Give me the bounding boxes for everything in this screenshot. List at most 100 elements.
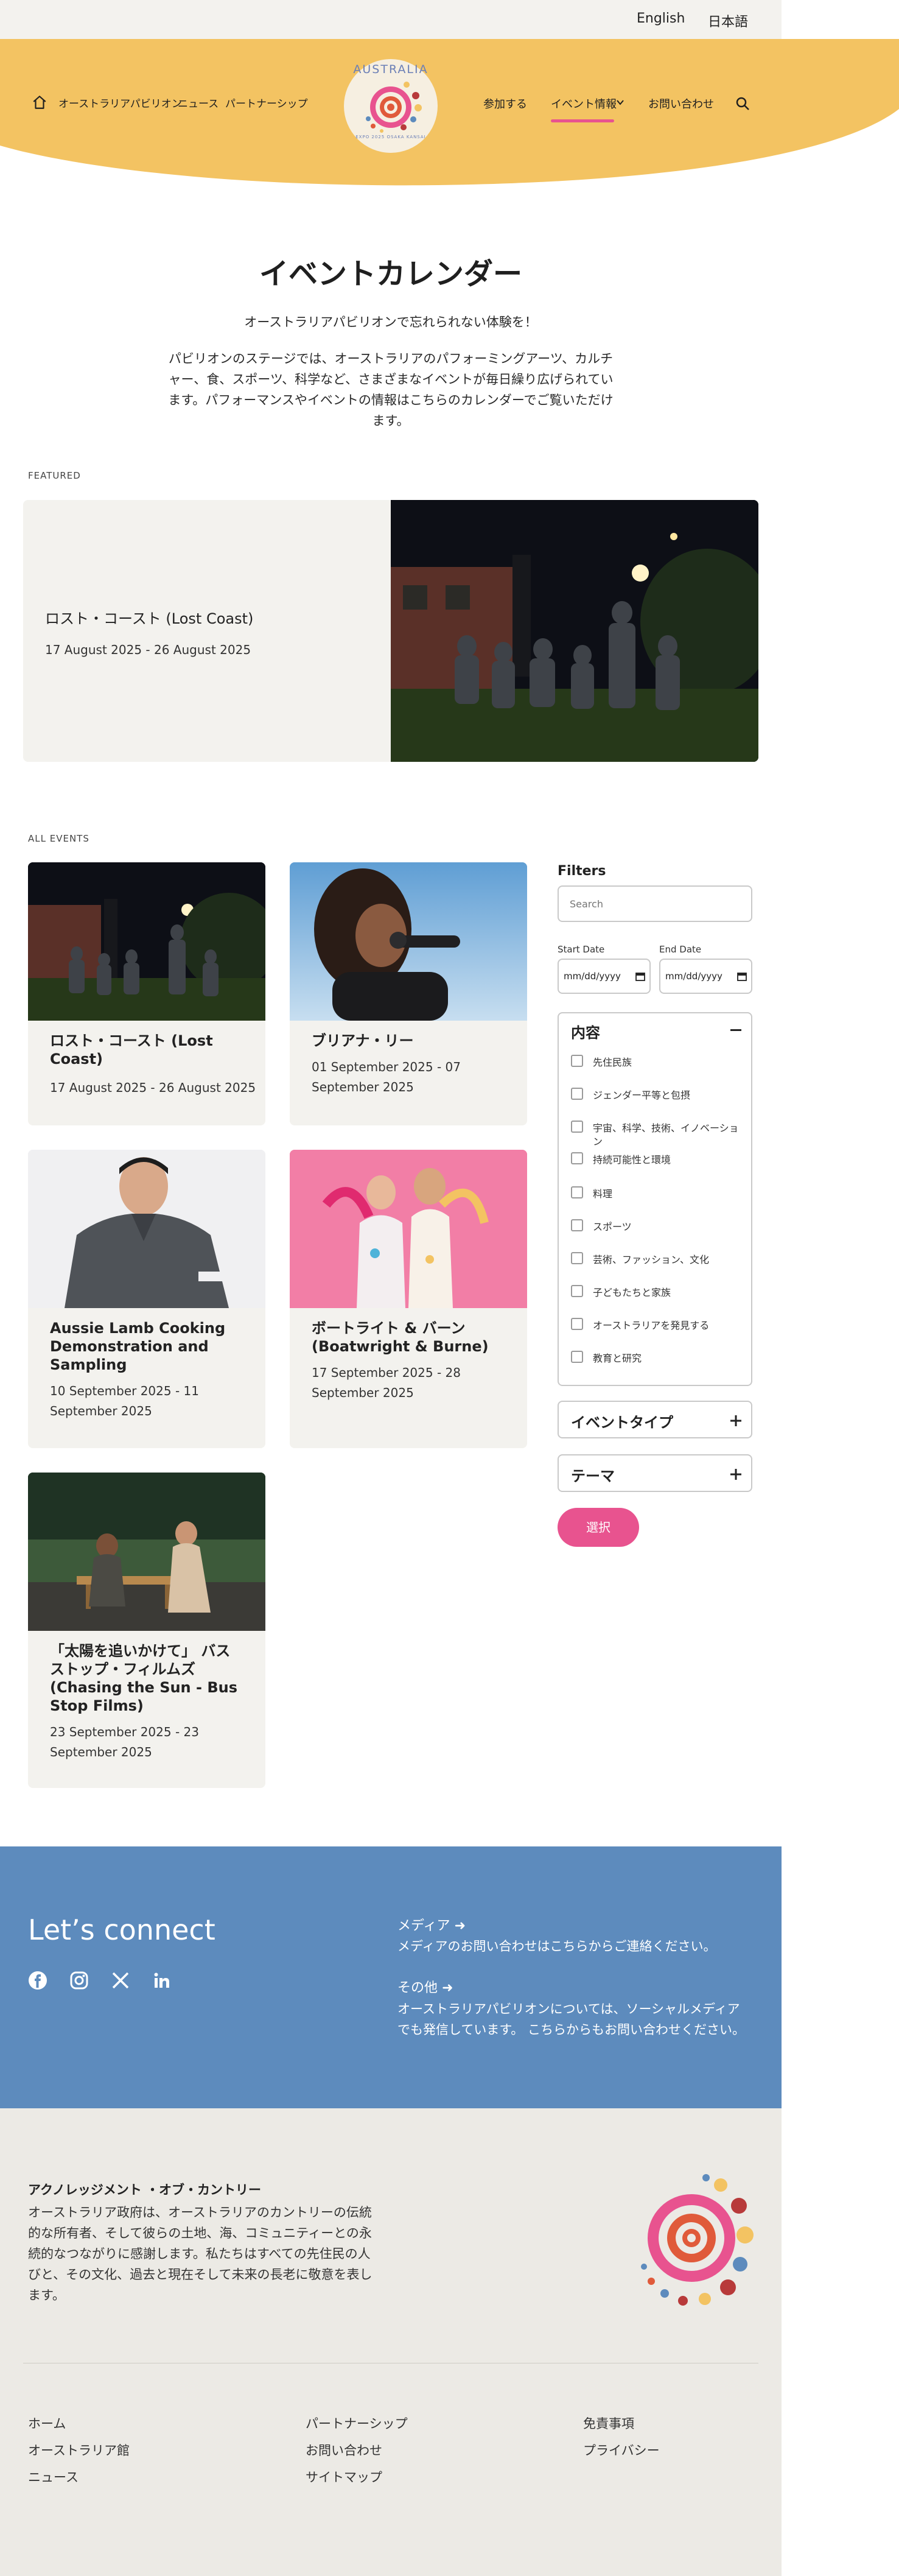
other-link[interactable]: その他 ➜ (397, 1977, 453, 1996)
media-link[interactable]: メディア ➜ (397, 1915, 466, 1934)
checkbox-label: 先住民族 (593, 1057, 632, 1068)
arrow-right-icon: ➜ (442, 1980, 453, 1996)
checkbox-label: スポーツ (593, 1221, 632, 1233)
event-card[interactable]: ロスト・コースト (Lost Coast) 17 August 2025 - 2… (28, 862, 265, 1125)
featured-image (391, 500, 758, 762)
footer-logo-mark (631, 2174, 758, 2308)
checkbox[interactable] (571, 1152, 583, 1164)
end-date-label: End Date (659, 944, 702, 955)
theme-title: テーマ (571, 1468, 615, 1485)
footer-link-privacy[interactable]: プライバシー (583, 2441, 660, 2459)
event-image (28, 862, 265, 1021)
event-card[interactable]: 「太陽を追いかけて」 バス ストップ・フィルムズ (Chasing the Su… (28, 1473, 265, 1788)
logo-subtitle: EXPO 2025 OSAKA KANSAI (355, 135, 426, 139)
active-nav-indicator (551, 119, 614, 122)
footer-link-disclaimer[interactable]: 免責事項 (583, 2414, 634, 2432)
logo-title: AUSTRALIA (353, 63, 429, 76)
footer-link-news[interactable]: ニュース (28, 2468, 79, 2486)
search-input[interactable] (558, 885, 752, 922)
checkbox[interactable] (571, 1252, 583, 1264)
footer-link-home[interactable]: ホーム (28, 2414, 66, 2432)
acknowledgement-line: 続的なつながりに感謝します。私たちはすべての先住民の人 (28, 2247, 371, 2261)
footer-link-pavilion[interactable]: オーストラリア館 (28, 2441, 130, 2459)
arrow-right-icon: ➜ (454, 1918, 466, 1934)
acknowledgement-title: アクノレッジメント ・オブ・カントリー (28, 2183, 261, 2197)
event-title-line: Sampling (50, 1356, 127, 1373)
event-title-line: Aussie Lamb Cooking (50, 1320, 226, 1337)
nav-pavilion[interactable]: オーストラリアパビリオン (58, 95, 182, 110)
event-title: ロスト・コースト (Lost Coast) (50, 1032, 213, 1068)
calendar-icon[interactable] (635, 971, 645, 981)
acknowledgement-line: ます。 (28, 2288, 65, 2303)
checkbox[interactable] (571, 1219, 583, 1231)
instagram-icon[interactable] (69, 1971, 89, 1990)
calendar-icon[interactable] (737, 971, 747, 981)
japanese-link[interactable]: 日本語 (708, 11, 748, 30)
search-icon[interactable] (735, 96, 750, 111)
page-intro: パビリオンのステージでは、オーストラリアのパフォーミングアーツ、カルチ ャー、食… (159, 348, 622, 431)
x-icon[interactable] (111, 1971, 130, 1990)
event-type-filter[interactable]: イベントタイプ (558, 1401, 752, 1438)
chevron-down-icon[interactable] (616, 97, 624, 106)
intro-line: ます。 (372, 413, 410, 428)
other-text-line: でも発信しています。 こちらからもお問い合わせください。 (397, 2022, 745, 2037)
event-title-line: 「太陽を追いかけて」 バス (50, 1642, 231, 1659)
event-title-line: ストップ・フィルムズ (50, 1661, 196, 1678)
event-title: ブリアナ・リー (312, 1032, 414, 1050)
event-title-line: ボートライト & バーン (312, 1320, 466, 1337)
nav-contact[interactable]: お問い合わせ (648, 96, 714, 111)
australia-pavilion-logo[interactable]: AUSTRALIA EXPO 2025 OSAKA KANSAI (343, 58, 439, 154)
event-date-line: 17 August 2025 - 26 August 2025 (50, 1080, 256, 1095)
footer-link-sitemap[interactable]: サイトマップ (306, 2468, 382, 2486)
header-background (0, 39, 899, 186)
linkedin-icon[interactable] (152, 1971, 172, 1990)
event-date-line: September 2025 (312, 1385, 414, 1400)
event-title-line: ブリアナ・リー (312, 1032, 414, 1049)
end-date-input[interactable]: mm/dd/yyyy (659, 959, 752, 994)
event-card[interactable]: Aussie Lamb Cooking Demonstration and Sa… (28, 1150, 265, 1448)
footer-link-partnership[interactable]: パートナーシップ (306, 2414, 408, 2432)
select-button[interactable]: 選択 (558, 1508, 639, 1547)
nav-events[interactable]: イベント情報 (551, 96, 617, 111)
plus-icon[interactable] (730, 1415, 741, 1426)
intro-line: ます。パフォーマンスやイベントの情報はこちらのカレンダーでご覧いただけ (168, 393, 614, 407)
start-date-input[interactable]: mm/dd/yyyy (558, 959, 651, 994)
featured-card[interactable]: ロスト・コースト (Lost Coast) 17 August 2025 - 2… (23, 500, 758, 762)
checkbox[interactable] (571, 1088, 583, 1100)
checkbox-label-line: ン (593, 1136, 603, 1147)
event-title: Aussie Lamb Cooking Demonstration and Sa… (50, 1319, 225, 1374)
minus-icon[interactable] (730, 1029, 741, 1031)
acknowledgement-line: びと、その文化、過去と現在そして未来の長老に敬意を表し (28, 2267, 373, 2282)
event-title-line: ロスト・コースト (Lost (50, 1032, 213, 1049)
connect-title: Let’s connect (28, 1913, 215, 1946)
event-title: ボートライト & バーン (Boatwright & Burne) (312, 1319, 489, 1356)
checkbox-label: オーストラリアを発見する (593, 1320, 710, 1331)
content-filter-title[interactable]: 内容 (571, 1021, 600, 1042)
checkbox[interactable] (571, 1285, 583, 1297)
event-date-line: 17 September 2025 - 28 (312, 1365, 461, 1380)
start-date-placeholder: mm/dd/yyyy (564, 971, 621, 982)
acknowledgement-text: オーストラリア政府は、オーストラリアのカントリーの伝統 的な所有者、そして彼らの… (28, 2202, 373, 2306)
checkbox[interactable] (571, 1055, 583, 1067)
home-icon[interactable] (32, 94, 47, 110)
event-title-line: Coast) (50, 1050, 103, 1068)
event-card[interactable]: ブリアナ・リー 01 September 2025 - 07 September… (290, 862, 527, 1125)
checkbox[interactable] (571, 1186, 583, 1198)
other-text-line: オーストラリアパビリオンについては、ソーシャルメディア (397, 2002, 740, 2016)
checkbox-label-line: 宇宙、科学、技術、イノベーショ (593, 1122, 739, 1134)
content-filter-panel: 内容 先住民族 ジェンダー平等と包摂 宇宙、科学、技術、イノベーショ ン 持続可… (558, 1012, 752, 1386)
checkbox-label: 教育と研究 (593, 1353, 642, 1364)
plus-icon[interactable] (730, 1469, 741, 1480)
footer-link-contact[interactable]: お問い合わせ (306, 2441, 382, 2459)
facebook-icon[interactable] (28, 1971, 47, 1990)
checkbox[interactable] (571, 1318, 583, 1330)
nav-partnership[interactable]: パートナーシップ (225, 95, 308, 110)
all-events-label: ALL EVENTS (28, 833, 89, 844)
checkbox[interactable] (571, 1121, 583, 1133)
checkbox[interactable] (571, 1351, 583, 1363)
event-card[interactable]: ボートライト & バーン (Boatwright & Burne) 17 Sep… (290, 1150, 527, 1448)
english-link[interactable]: English (637, 11, 685, 26)
nav-participate[interactable]: 参加する (483, 96, 527, 111)
theme-filter[interactable]: テーマ (558, 1454, 752, 1492)
nav-news[interactable]: ニュース (178, 95, 219, 110)
